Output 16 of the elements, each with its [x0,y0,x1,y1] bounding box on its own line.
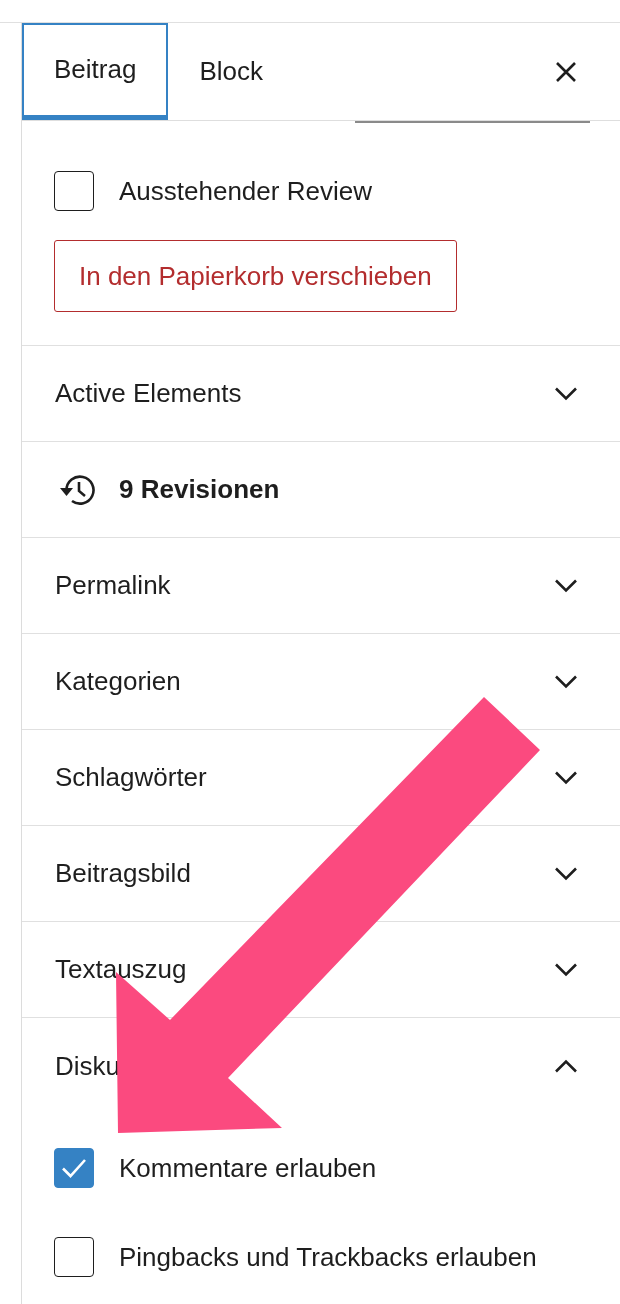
revisions-button[interactable]: 9 Revisionen [22,442,620,538]
close-icon [554,59,578,84]
checkbox[interactable] [54,1148,94,1188]
checkbox-label[interactable]: Ausstehender Review [119,175,372,207]
checkbox[interactable] [54,171,94,211]
tab[interactable]: Block [168,23,294,120]
close-button[interactable] [554,59,578,84]
checkbox-label[interactable]: Pingbacks und Trackbacks erlauben [119,1241,537,1273]
checkbox-label[interactable]: Kommentare erlauben [119,1152,377,1184]
move-to-trash-button[interactable]: In den Papierkorb verschieben [54,240,457,312]
checkbox[interactable] [54,1237,94,1277]
tab[interactable]: Beitrag [22,23,169,120]
check-icon [61,1158,87,1178]
panel-header[interactable]: Active Elements [22,346,620,442]
panel-header[interactable]: Permalink [22,538,620,634]
history-icon [58,472,95,507]
